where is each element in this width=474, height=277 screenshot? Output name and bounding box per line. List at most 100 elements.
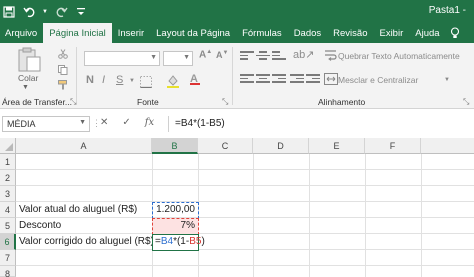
tab-inserir[interactable]: Inserir [112, 23, 150, 43]
row-header-6[interactable]: 6 [0, 234, 16, 250]
align-bottom-icon[interactable] [272, 51, 286, 62]
format-painter-icon[interactable] [58, 80, 68, 92]
align-left-icon[interactable] [240, 74, 254, 85]
font-name-combo[interactable]: ▼ [84, 51, 160, 66]
tab-formulas[interactable]: Fórmulas [236, 23, 288, 43]
tab-pagina-inicial[interactable]: Página Inicial [43, 23, 112, 43]
gridline [16, 265, 474, 266]
row-header-2[interactable]: 2 [0, 170, 16, 186]
select-all-corner[interactable] [0, 138, 16, 154]
group-label-clipboard: Área de Transfer... [2, 97, 72, 107]
undo-icon[interactable] [22, 5, 36, 19]
cell-a5[interactable]: Desconto [19, 218, 61, 234]
enter-icon[interactable]: ✓ [122, 117, 130, 128]
cell-b5[interactable]: 7% [152, 218, 198, 234]
formula-suffix: ) [201, 236, 205, 247]
redo-icon[interactable] [54, 5, 68, 19]
quick-access-toolbar: ▼ [2, 0, 88, 23]
row-header-1[interactable]: 1 [0, 154, 16, 170]
formula-ref-b4: B4 [160, 236, 174, 247]
font-color-icon[interactable]: A [190, 73, 200, 85]
spreadsheet-grid[interactable]: A B C D E F 1 2 3 4 5 6 7 8 Valor atual … [0, 138, 474, 277]
gridline [16, 185, 474, 186]
name-box-value: MÉDIA [7, 119, 36, 129]
align-right-icon[interactable] [272, 74, 286, 85]
gridline [309, 154, 310, 277]
row-header-7[interactable]: 7 [0, 250, 16, 266]
formula-middle: *(1- [173, 236, 190, 247]
row-header-3[interactable]: 3 [0, 186, 16, 202]
row-header-8[interactable]: 8 [0, 266, 16, 277]
increase-font-icon[interactable]: A▲ [199, 49, 212, 60]
undo-dropdown-icon[interactable]: ▼ [42, 5, 48, 19]
row-header-5[interactable]: 5 [0, 218, 16, 234]
clipboard-launcher-icon[interactable]: ⤡ [70, 97, 76, 107]
column-header-b[interactable]: B [152, 138, 198, 154]
document-title: Pasta1 - [428, 5, 466, 16]
title-bar: ▼ Pasta1 - [0, 0, 474, 23]
underline-button[interactable]: S [116, 74, 123, 86]
paste-dropdown-icon[interactable]: ▼ [22, 84, 29, 91]
font-size-combo[interactable]: ▼ [163, 51, 193, 66]
increase-indent-icon[interactable] [306, 74, 320, 85]
gridline [253, 154, 254, 277]
alignment-launcher-icon[interactable]: ⤡ [463, 97, 469, 107]
bold-button[interactable]: N [86, 74, 94, 86]
merge-center-button[interactable]: Mesclar e Centralizar [338, 75, 418, 85]
column-header-d[interactable]: D [253, 138, 309, 154]
paste-label: Colar [18, 73, 39, 83]
align-center-icon[interactable] [256, 74, 270, 85]
tab-arquivo[interactable]: Arquivo [0, 23, 43, 43]
cut-icon[interactable] [58, 49, 68, 61]
copy-icon[interactable] [58, 65, 68, 77]
align-middle-icon[interactable] [256, 51, 270, 62]
group-label-alignment: Alinhamento [318, 97, 366, 107]
tab-revisao[interactable]: Revisão [327, 23, 373, 43]
gridline [365, 154, 366, 277]
group-label-font: Fonte [137, 97, 159, 107]
column-header-g[interactable] [421, 138, 474, 154]
orientation-icon[interactable]: ab↗ [293, 48, 314, 61]
gridline [421, 154, 422, 277]
borders-icon[interactable] [140, 76, 152, 90]
wrap-text-icon[interactable] [324, 49, 338, 63]
customize-qat-icon[interactable] [74, 5, 88, 19]
tab-ajuda[interactable]: Ajuda [409, 23, 445, 43]
column-header-a[interactable]: A [16, 138, 152, 154]
ribbon: Colar ▼ Área de Transfer... ⤡ ▼ ▼ A▲ A▼ … [0, 43, 474, 109]
formula-input[interactable]: =B4*(1-B5) [168, 116, 474, 132]
tab-layout-da-pagina[interactable]: Layout da Página [150, 23, 236, 43]
paste-icon [18, 47, 41, 72]
decrease-indent-icon[interactable] [290, 74, 304, 85]
formula-ref-b5: B5 [189, 236, 202, 247]
decrease-font-icon[interactable]: A▼ [216, 50, 228, 60]
fill-color-icon[interactable] [166, 74, 180, 90]
cell-b4[interactable]: 1.200,00 [152, 202, 198, 218]
underline-dropdown-icon[interactable]: ▼ [129, 78, 135, 84]
column-header-e[interactable]: E [309, 138, 365, 154]
insert-function-icon[interactable]: fx [145, 117, 154, 128]
font-launcher-icon[interactable]: ⤡ [222, 97, 228, 107]
tab-exibir[interactable]: Exibir [373, 23, 409, 43]
italic-button[interactable]: I [102, 74, 105, 86]
save-icon[interactable] [2, 5, 16, 19]
merge-center-icon[interactable] [324, 73, 338, 87]
column-header-f[interactable]: F [365, 138, 421, 154]
tab-dados[interactable]: Dados [288, 23, 327, 43]
lightbulb-icon[interactable] [446, 23, 464, 43]
ribbon-tabs: Arquivo Página Inicial Inserir Layout da… [0, 23, 474, 43]
group-separator [232, 47, 233, 105]
wrap-text-button[interactable]: Quebrar Texto Automaticamente [338, 51, 460, 61]
gridline [16, 169, 474, 170]
row-header-4[interactable]: 4 [0, 202, 16, 218]
align-top-icon[interactable] [240, 51, 254, 62]
paste-button[interactable] [14, 47, 56, 75]
cancel-icon[interactable]: ✕ [100, 117, 108, 128]
column-header-c[interactable]: C [198, 138, 253, 154]
name-box[interactable]: MÉDIA ▼ [2, 116, 90, 132]
cell-a4[interactable]: Valor atual do aluguel (R$) [19, 202, 137, 218]
active-cell-b6-editor[interactable]: =B4*(1-B5) [152, 234, 205, 251]
cell-a6[interactable]: Valor corrigido do aluguel (R$) [19, 234, 154, 250]
name-box-dropdown-icon[interactable]: ▼ [79, 119, 86, 126]
merge-dropdown-icon[interactable]: ▼ [444, 77, 450, 83]
